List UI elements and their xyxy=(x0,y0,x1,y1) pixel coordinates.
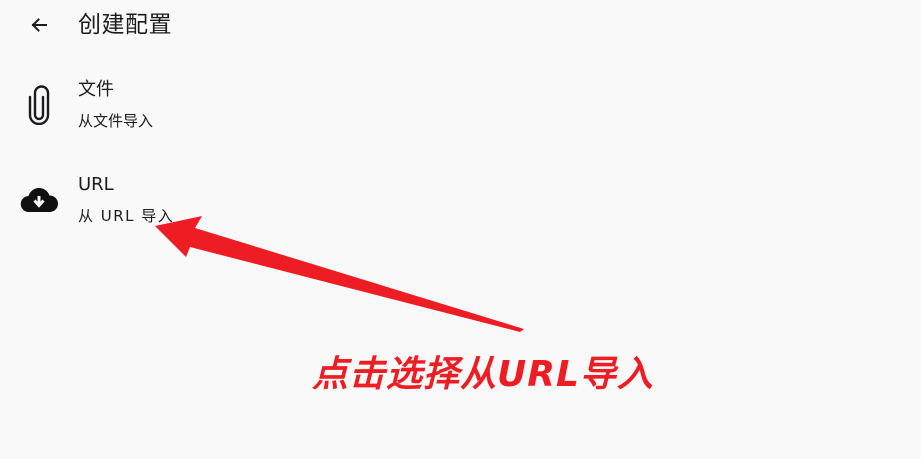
list-item-url[interactable]: URL 从 URL 导入 xyxy=(0,163,921,245)
annotation-text: 点击选择从URL导入 xyxy=(312,354,654,395)
list-item-subtitle: 从文件导入 xyxy=(78,112,154,130)
list-item-title: 文件 xyxy=(78,79,114,100)
screen: 创建配置 文件 从文件导入 URL 从 URL 导入 点击选择从URL导入 xyxy=(0,0,921,459)
list-item-subtitle: 从 URL 导入 xyxy=(78,207,175,225)
paperclip-icon xyxy=(18,84,60,126)
page-title: 创建配置 xyxy=(78,12,172,38)
list-item-file[interactable]: 文件 从文件导入 xyxy=(0,68,921,150)
list-item-title: URL xyxy=(78,174,114,195)
app-bar: 创建配置 xyxy=(0,0,921,52)
arrow-left-icon xyxy=(31,18,47,32)
back-button[interactable] xyxy=(20,8,58,42)
cloud-download-icon xyxy=(18,179,60,221)
